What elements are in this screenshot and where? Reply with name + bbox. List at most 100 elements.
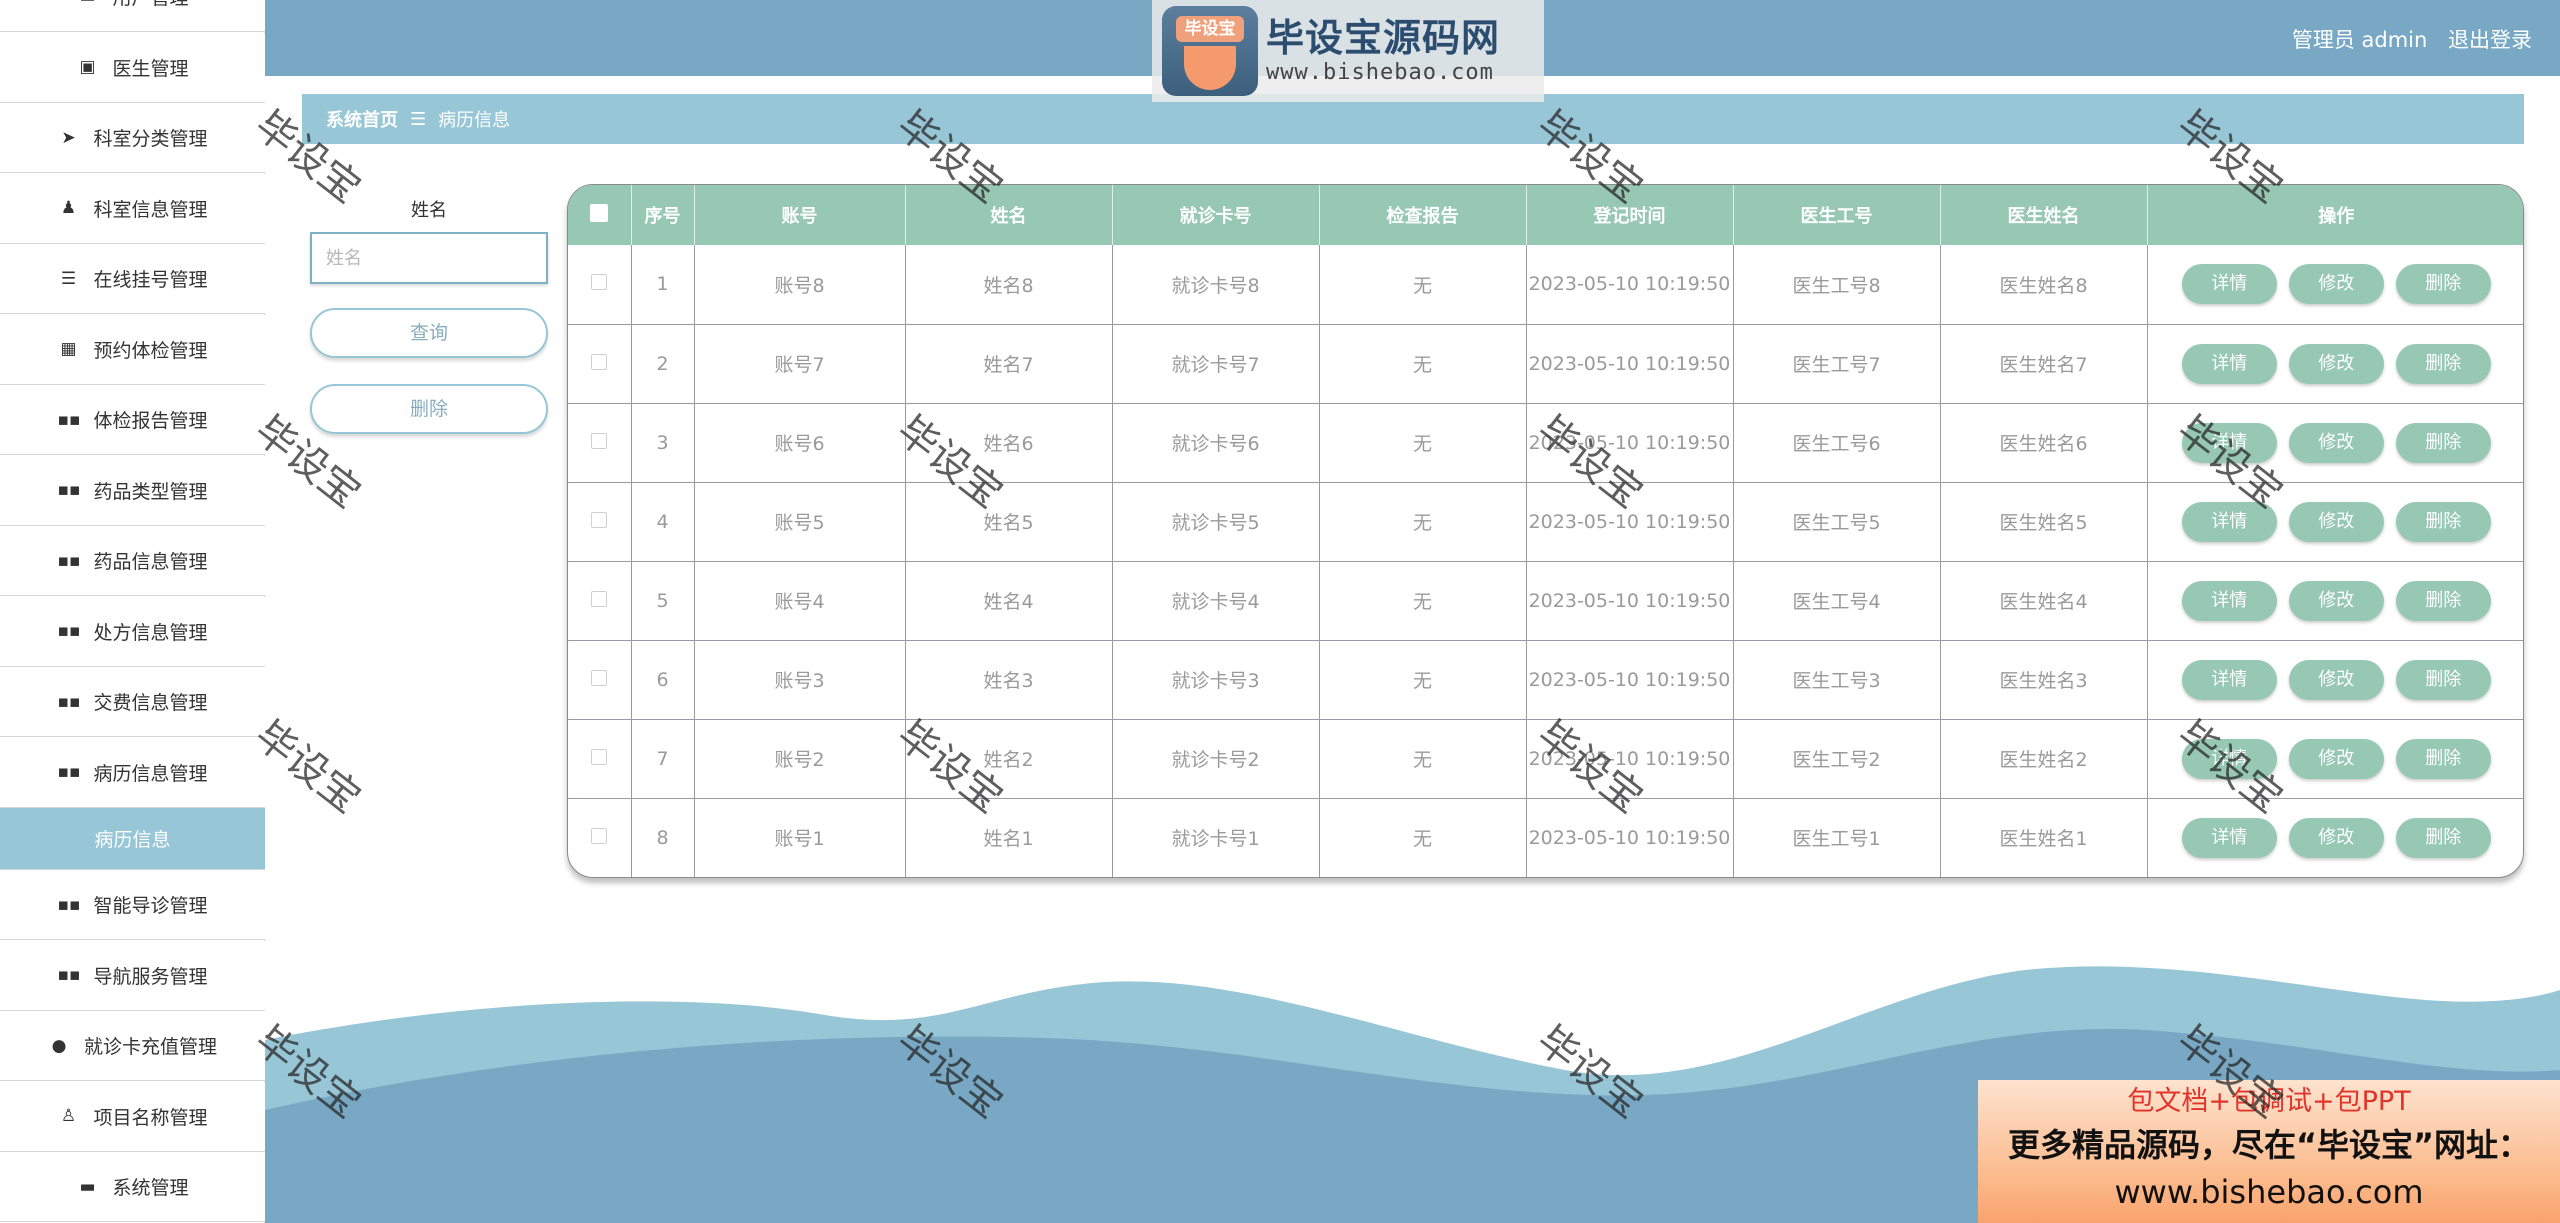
logo-title: 毕设宝源码网 [1266, 16, 1501, 60]
edit-button[interactable]: 修改 [2288, 343, 2384, 384]
detail-button[interactable]: 详情 [2181, 659, 2277, 700]
sidebar-item-17[interactable]: ▬ 系统管理 [0, 1152, 265, 1222]
logo-badge-text: 毕设宝 [1176, 16, 1244, 42]
card-icon: ▬ [76, 0, 98, 7]
apps-icon: ▪▪ [57, 762, 81, 782]
row-checkbox[interactable] [591, 669, 608, 686]
apps-icon: ▪▪ [57, 965, 81, 985]
sidebar-item-13[interactable]: ▪▪ 智能导诊管理 [0, 870, 265, 940]
sidebar-item-6[interactable]: ▪▪ 体检报告管理 [0, 385, 265, 455]
row-checkbox-cell[interactable] [568, 482, 632, 562]
detail-button[interactable]: 详情 [2181, 738, 2277, 779]
sidebar-item-label: 系统管理 [112, 1177, 189, 1199]
row-checkbox-cell[interactable] [568, 719, 632, 799]
batch-delete-button[interactable]: 删除 [310, 384, 548, 434]
delete-button[interactable]: 删除 [2395, 501, 2491, 542]
row-card-number: 就诊卡号3 [1112, 640, 1320, 720]
logout-link[interactable]: 退出登录 [2448, 28, 2532, 52]
row-checkbox[interactable] [591, 353, 608, 370]
edit-button[interactable]: 修改 [2288, 264, 2384, 305]
table-row: 8 账号1 姓名1 就诊卡号1 无 2023-05-10 10:19:50 医生工号1 医生姓… [568, 798, 2523, 877]
row-actions: 详情 修改 删除 [2147, 245, 2523, 325]
sidebar-item-12[interactable]: 病历信息 [0, 808, 265, 870]
col-header-time: 登记时间 [1526, 185, 1734, 245]
edit-button[interactable]: 修改 [2288, 422, 2384, 463]
row-checkbox-cell[interactable] [568, 324, 632, 404]
sidebar-item-2[interactable]: ➤ 科室分类管理 [0, 103, 265, 173]
detail-button[interactable]: 详情 [2181, 422, 2277, 463]
row-checkbox-cell[interactable] [568, 640, 632, 720]
select-all-checkbox[interactable] [590, 203, 609, 222]
select-all-checkbox-cell[interactable] [568, 185, 632, 245]
lightbulb-icon: ● [51, 1035, 67, 1056]
sidebar-item-label: 医生管理 [112, 57, 189, 80]
row-doctor-name: 医生姓名5 [1940, 482, 2148, 562]
row-card-number: 就诊卡号5 [1112, 482, 1320, 562]
edit-button[interactable]: 修改 [2288, 580, 2384, 621]
table-header-row: 序号 账号 姓名 就诊卡号 检查报告 登记时间 医生工号 医生姓名 操作 [568, 185, 2523, 245]
row-checkbox[interactable] [591, 827, 608, 844]
detail-button[interactable]: 详情 [2181, 580, 2277, 621]
sidebar-item-15[interactable]: ● 就诊卡充值管理 [0, 1011, 265, 1081]
detail-button[interactable]: 详情 [2181, 817, 2277, 858]
sidebar-item-3[interactable]: ♟ 科室信息管理 [0, 173, 265, 244]
apps-icon: ▪▪ [57, 894, 81, 915]
breadcrumb-home-link[interactable]: 系统首页 [326, 106, 398, 132]
row-actions: 详情 修改 删除 [2147, 640, 2523, 720]
delete-button[interactable]: 删除 [2395, 738, 2491, 779]
edit-button[interactable]: 修改 [2288, 738, 2384, 779]
delete-button[interactable]: 删除 [2395, 264, 2491, 305]
delete-button[interactable]: 删除 [2395, 343, 2491, 384]
row-checkbox[interactable] [591, 432, 608, 449]
row-doctor-name: 医生姓名3 [1940, 640, 2148, 720]
row-account: 账号2 [694, 719, 906, 799]
edit-button[interactable]: 修改 [2288, 501, 2384, 542]
sidebar-item-16[interactable]: ♙ 项目名称管理 [0, 1081, 265, 1152]
sidebar-item-0[interactable]: ▬ 用户管理 [0, 0, 265, 32]
edit-button[interactable]: 修改 [2288, 817, 2384, 858]
sidebar-item-label: 用户管理 [112, 0, 188, 10]
delete-button[interactable]: 删除 [2395, 422, 2491, 463]
sidebar-item-10[interactable]: ▪▪ 交费信息管理 [0, 667, 265, 737]
site-logo: 毕设宝 毕设宝源码网 www.bishebao.com [1152, 0, 1544, 102]
sidebar-item-5[interactable]: ▦ 预约体检管理 [0, 314, 265, 385]
row-checkbox[interactable] [591, 748, 608, 765]
row-name: 姓名8 [905, 245, 1113, 325]
sidebar-item-8[interactable]: ▪▪ 药品信息管理 [0, 526, 265, 596]
row-report: 无 [1319, 640, 1527, 720]
delete-button[interactable]: 删除 [2395, 659, 2491, 700]
delete-button[interactable]: 删除 [2395, 817, 2491, 858]
col-header-actions: 操作 [2318, 206, 2355, 227]
promo-banner[interactable]: 包文档+包调试+包PPT 更多精品源码，尽在“毕设宝”网址： www.bishe… [1978, 1080, 2560, 1223]
row-checkbox[interactable] [591, 511, 608, 528]
sidebar-item-9[interactable]: ▪▪ 处方信息管理 [0, 596, 265, 667]
row-report: 无 [1319, 482, 1527, 562]
row-checkbox-cell[interactable] [568, 245, 632, 325]
sidebar-item-4[interactable]: ☰ 在线挂号管理 [0, 244, 265, 314]
sidebar-item-11[interactable]: ▪▪ 病历信息管理 [0, 737, 265, 808]
table-row: 3 账号6 姓名6 就诊卡号6 无 2023-05-10 10:19:50 医生工号6 医生姓… [568, 403, 2523, 483]
detail-button[interactable]: 详情 [2181, 343, 2277, 384]
search-name-input[interactable] [310, 232, 548, 284]
query-button[interactable]: 查询 [310, 308, 548, 358]
detail-button[interactable]: 详情 [2181, 501, 2277, 542]
sidebar-item-label: 交费信息管理 [93, 692, 208, 714]
row-checkbox[interactable] [591, 590, 608, 607]
col-header-doctor-name: 医生姓名 [1940, 185, 2148, 245]
row-checkbox-cell[interactable] [568, 798, 632, 877]
row-checkbox[interactable] [591, 274, 608, 291]
row-doctor-name: 医生姓名8 [1940, 245, 2148, 325]
sidebar-item-label: 病历信息 [94, 829, 171, 851]
detail-button[interactable]: 详情 [2181, 264, 2277, 305]
row-checkbox-cell[interactable] [568, 403, 632, 483]
stamp-icon: ♟ [60, 198, 77, 218]
row-name: 姓名5 [905, 482, 1113, 562]
row-checkbox-cell[interactable] [568, 561, 632, 641]
sidebar-item-7[interactable]: ▪▪ 药品类型管理 [0, 455, 265, 526]
row-doctor-id: 医生工号8 [1733, 245, 1941, 325]
sidebar-item-1[interactable]: ▣ 医生管理 [0, 32, 265, 103]
row-register-time: 2023-05-10 10:19:50 [1526, 324, 1734, 404]
edit-button[interactable]: 修改 [2288, 659, 2384, 700]
sidebar-item-14[interactable]: ▪▪ 导航服务管理 [0, 940, 265, 1011]
delete-button[interactable]: 删除 [2395, 580, 2491, 621]
